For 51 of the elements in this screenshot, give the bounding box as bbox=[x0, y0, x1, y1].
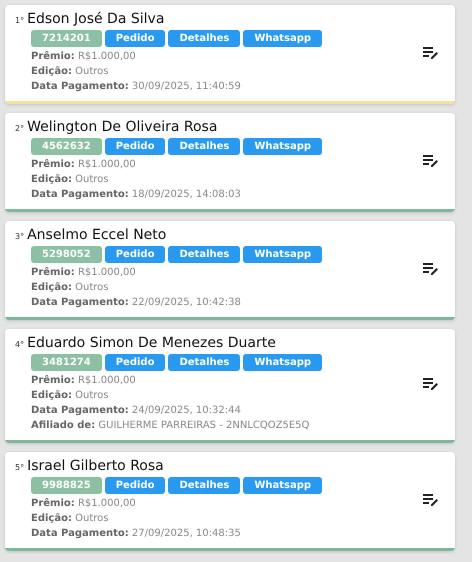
action-button[interactable]: Detalhes bbox=[168, 30, 240, 47]
info-line: Data Pagamento: 27/09/2025, 10:48:35 bbox=[31, 527, 242, 541]
action-button[interactable]: Pedido bbox=[104, 354, 166, 371]
rank-label: 5° bbox=[15, 463, 24, 472]
info-line: Edição: Outros bbox=[31, 512, 110, 526]
action-button[interactable]: Detalhes bbox=[168, 246, 240, 263]
action-button[interactable]: Whatsapp bbox=[243, 354, 322, 371]
action-button[interactable]: Whatsapp bbox=[243, 138, 322, 155]
action-button[interactable]: Whatsapp bbox=[243, 477, 322, 494]
rank-label: 1° bbox=[15, 16, 24, 25]
info-line: Prêmio: R$1.000,00 bbox=[31, 374, 137, 388]
edit-list-icon[interactable] bbox=[423, 154, 439, 168]
rank-label: 2° bbox=[15, 124, 24, 133]
ticket-code: 5298052 bbox=[31, 246, 102, 263]
action-button[interactable]: Pedido bbox=[104, 246, 166, 263]
info-line: Edição: Outros bbox=[31, 173, 110, 187]
action-button[interactable]: Whatsapp bbox=[243, 246, 322, 263]
ticket-code: 3481274 bbox=[31, 354, 102, 371]
edit-list-icon[interactable] bbox=[423, 262, 439, 276]
action-button[interactable]: Detalhes bbox=[168, 138, 240, 155]
info-line: Edição: Outros bbox=[31, 389, 110, 403]
edit-list-icon[interactable] bbox=[423, 377, 439, 391]
info-line: Afiliado de: GUILHERME PARREIRAS - 2NNLCQOZ5E5Q bbox=[31, 419, 310, 433]
action-button[interactable]: Pedido bbox=[104, 30, 166, 47]
action-button[interactable]: Detalhes bbox=[168, 354, 240, 371]
action-button[interactable]: Detalhes bbox=[168, 477, 240, 494]
ticket-code: 9988825 bbox=[31, 477, 102, 494]
winner-name: Israel Gilberto Rosa bbox=[27, 458, 164, 474]
action-button[interactable]: Pedido bbox=[104, 477, 166, 494]
action-button[interactable]: Whatsapp bbox=[243, 30, 322, 47]
rank-label: 4° bbox=[15, 340, 24, 349]
ticket-code: 4562632 bbox=[31, 138, 102, 155]
edit-list-icon[interactable] bbox=[423, 46, 439, 60]
winner-name: Eduardo Simon De Menezes Duarte bbox=[27, 335, 276, 351]
info-line: Data Pagamento: 24/09/2025, 10:32:44 bbox=[31, 404, 242, 418]
info-line: Data Pagamento: 18/09/2025, 14:08:03 bbox=[31, 188, 242, 202]
info-line: Prêmio: R$1.000,00 bbox=[31, 158, 137, 172]
info-line: Prêmio: R$1.000,00 bbox=[31, 266, 137, 280]
edit-list-icon[interactable] bbox=[423, 492, 439, 506]
ticket-code: 7214201 bbox=[31, 30, 102, 47]
action-button[interactable]: Pedido bbox=[104, 138, 166, 155]
rank-label: 3° bbox=[15, 232, 24, 241]
info-line: Prêmio: R$1.000,00 bbox=[31, 497, 137, 511]
info-line: Data Pagamento: 22/09/2025, 10:42:38 bbox=[31, 296, 242, 310]
winner-name: Welington De Oliveira Rosa bbox=[27, 119, 218, 135]
winner-name: Anselmo Eccel Neto bbox=[27, 227, 166, 243]
info-line: Prêmio: R$1.000,00 bbox=[31, 50, 137, 64]
info-line: Edição: Outros bbox=[31, 281, 110, 295]
info-line: Data Pagamento: 30/09/2025, 11:40:59 bbox=[31, 80, 242, 94]
info-line: Edição: Outros bbox=[31, 65, 110, 79]
winner-name: Edson José Da Silva bbox=[27, 11, 164, 27]
